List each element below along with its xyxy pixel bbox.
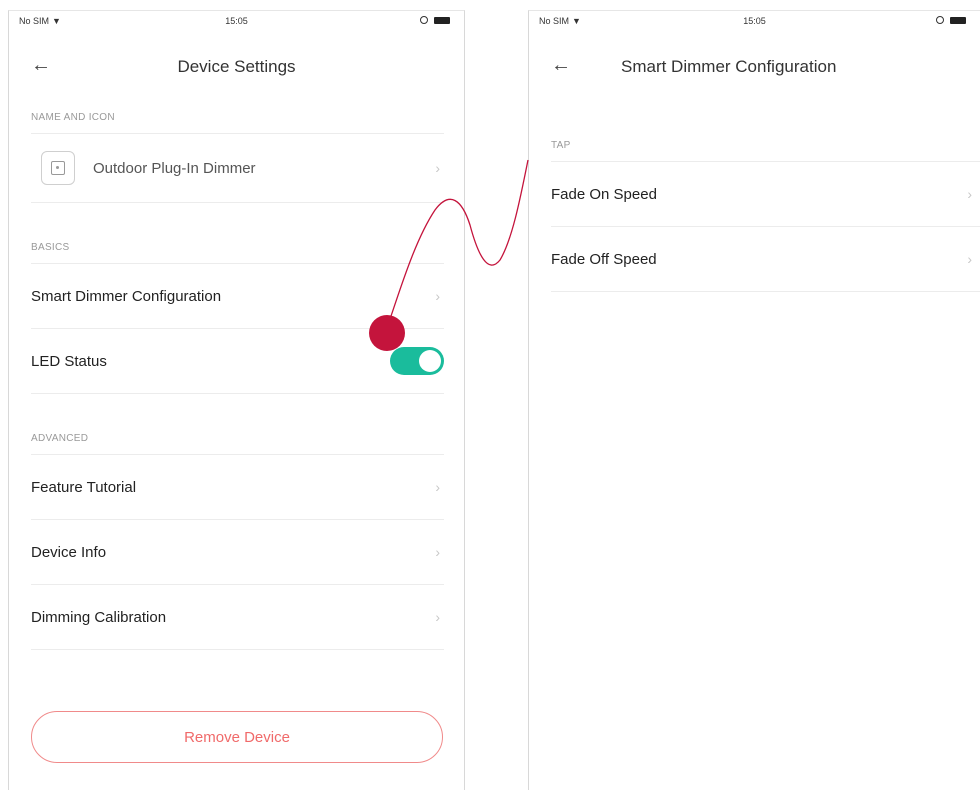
plug-icon bbox=[41, 151, 75, 185]
led-status-toggle[interactable] bbox=[390, 347, 444, 375]
smart-dimmer-configuration-label: Smart Dimmer Configuration bbox=[31, 287, 222, 305]
device-settings-screen: No SIM ▼ 15:05 ← Device Settings NAME AND… bbox=[8, 10, 465, 790]
alarm-icon bbox=[420, 16, 428, 24]
battery-area bbox=[936, 16, 966, 24]
fade-on-speed-label: Fade On Speed bbox=[551, 185, 657, 203]
toggle-knob bbox=[419, 350, 441, 372]
page-title: Smart Dimmer Configuration bbox=[621, 57, 837, 76]
chevron-right-icon: › bbox=[967, 251, 972, 267]
device-info-label: Device Info bbox=[31, 543, 107, 561]
device-name-row[interactable]: Outdoor Plug-In Dimmer › bbox=[31, 134, 444, 203]
nav-bar: ← Device Settings bbox=[9, 33, 464, 103]
section-header-name-and-icon: NAME AND ICON bbox=[31, 103, 444, 134]
feature-tutorial-row[interactable]: Feature Tutorial › bbox=[31, 455, 444, 520]
dimming-calibration-row[interactable]: Dimming Calibration › bbox=[31, 585, 444, 650]
status-bar: No SIM ▼ 15:05 bbox=[529, 11, 980, 33]
device-info-row[interactable]: Device Info › bbox=[31, 520, 444, 585]
dimming-calibration-label: Dimming Calibration bbox=[31, 608, 167, 626]
fade-on-speed-row[interactable]: Fade On Speed › bbox=[551, 162, 980, 227]
section-header-tap: TAP bbox=[551, 131, 980, 162]
section-header-basics: BASICS bbox=[31, 233, 444, 264]
device-name-label: Outdoor Plug-In Dimmer bbox=[93, 159, 256, 177]
chevron-right-icon: › bbox=[967, 186, 972, 202]
nav-bar: ← Smart Dimmer Configuration bbox=[529, 33, 980, 103]
remove-device-button[interactable]: Remove Device bbox=[31, 711, 443, 763]
battery-icon bbox=[434, 16, 450, 24]
fade-off-speed-label: Fade Off Speed bbox=[551, 250, 657, 268]
chevron-right-icon: › bbox=[435, 479, 440, 495]
chevron-right-icon: › bbox=[435, 160, 440, 176]
back-arrow-icon[interactable]: ← bbox=[551, 55, 571, 75]
section-header-advanced: ADVANCED bbox=[31, 424, 444, 455]
status-time: 15:05 bbox=[743, 16, 766, 26]
battery-area bbox=[420, 16, 450, 24]
smart-dimmer-configuration-screen: No SIM ▼ 15:05 ← Smart Dimmer Configurati… bbox=[528, 10, 980, 790]
status-time: 15:05 bbox=[225, 16, 248, 26]
battery-icon bbox=[950, 16, 966, 24]
fade-off-speed-row[interactable]: Fade Off Speed › bbox=[551, 227, 980, 292]
chevron-right-icon: › bbox=[435, 288, 440, 304]
alarm-icon bbox=[936, 16, 944, 24]
led-status-label: LED Status bbox=[31, 352, 107, 370]
page-title: Device Settings bbox=[177, 57, 296, 76]
feature-tutorial-label: Feature Tutorial bbox=[31, 478, 137, 496]
chevron-right-icon: › bbox=[435, 609, 440, 625]
status-bar: No SIM ▼ 15:05 bbox=[9, 11, 464, 33]
chevron-right-icon: › bbox=[435, 544, 440, 560]
tap-indicator bbox=[369, 315, 405, 351]
